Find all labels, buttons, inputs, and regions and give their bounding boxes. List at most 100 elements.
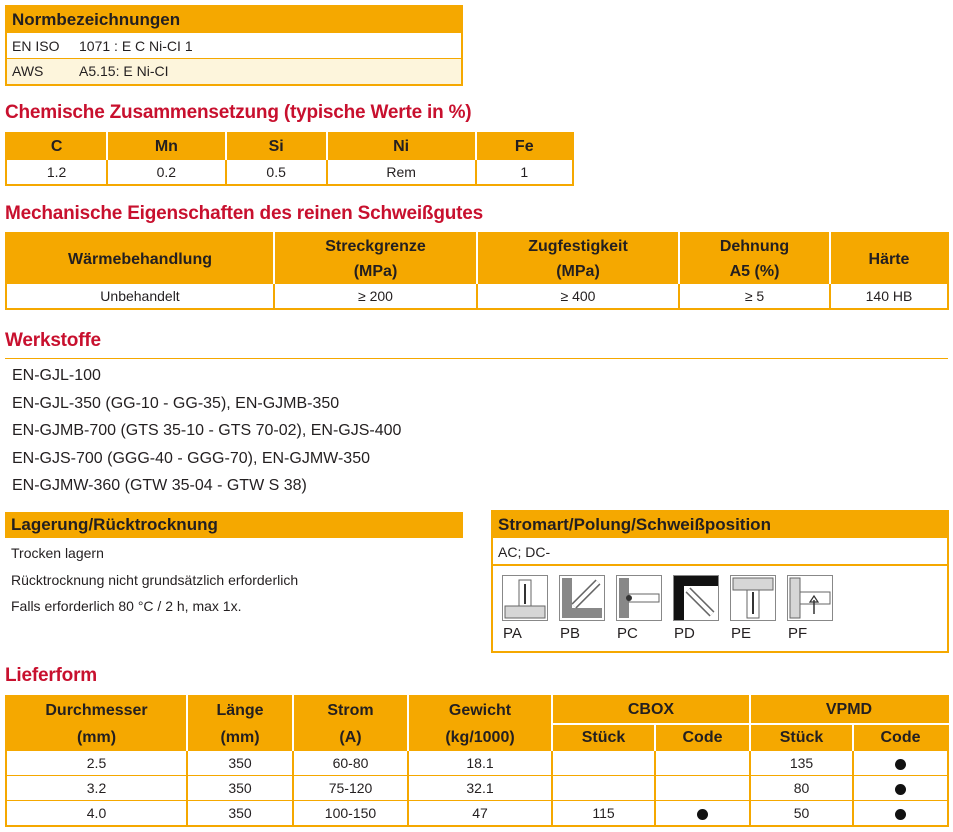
lager-item: Trocken lagern (11, 545, 104, 561)
weld-position-pc-icon (616, 575, 662, 621)
liefer-cell (655, 775, 751, 801)
norm-section: Normbezeichnungen EN ISO 1071 : E C Ni-C… (5, 5, 463, 86)
chem-table: C Mn Si Ni Fe 1.2 0.2 0.5 Rem 1 (5, 132, 574, 186)
liefer-cell: 3.2 (6, 775, 188, 801)
lager-header: Lagerung/Rücktrocknung (5, 512, 463, 538)
norm-row: AWS A5.15: E Ni-CI (7, 59, 461, 84)
liefer-cell: 100-150 (293, 800, 409, 826)
mech-header: Streckgrenze (MPa) (274, 233, 478, 284)
mech-value: Unbehandelt (6, 284, 275, 309)
chem-title: Chemische Zusammensetzung (typische Wert… (5, 102, 472, 123)
lager-item: Falls erforderlich 80 °C / 2 h, max 1x. (11, 598, 242, 614)
liefer-cell (655, 800, 751, 826)
norm-title: Normbezeichnungen (12, 10, 181, 29)
strom-value-row: AC; DC- (493, 538, 947, 566)
liefer-header-unit: (A) (293, 724, 409, 751)
liefer-header-stueck: Stück (552, 724, 656, 751)
strom-header: Stromart/Polung/Schweißposition (493, 512, 947, 538)
available-dot-icon (895, 758, 906, 770)
liefer-cell (853, 800, 948, 826)
chem-value: 1 (475, 160, 573, 185)
liefer-header-unit: (mm) (6, 724, 188, 751)
liefer-cell: 2.5 (6, 751, 188, 776)
chem-header: Si (225, 133, 328, 160)
weld-position-label: PB (560, 625, 581, 642)
mech-header: Wärmebehandlung (6, 233, 275, 284)
mech-header: Dehnung A5 (%) (679, 233, 831, 284)
liefer-cell: 50 (750, 800, 854, 826)
liefer-table: Durchmesser Länge Strom Gewicht CBOX VPM… (5, 695, 949, 827)
weld-position-label: PF (788, 625, 808, 642)
norm-row: EN ISO 1071 : E C Ni-CI 1 (7, 33, 461, 59)
liefer-header: Durchmesser (6, 696, 188, 724)
weld-position-pd-icon (673, 575, 719, 621)
mech-value: ≥ 200 (274, 284, 478, 309)
liefer-header: Länge (187, 696, 294, 724)
liefer-header: Gewicht (408, 696, 553, 724)
liefer-title: Lieferform (5, 665, 97, 686)
norm-value: A5.15: E Ni-CI (79, 63, 169, 79)
liefer-header-cbox: CBOX (552, 696, 751, 725)
mech-title: Mechanische Eigenschaften des reinen Sch… (5, 203, 484, 224)
liefer-cell: 350 (187, 775, 294, 801)
strom-value: AC; DC- (498, 544, 551, 560)
liefer-cell: 32.1 (408, 775, 553, 801)
liefer-cell: 75-120 (293, 775, 409, 801)
weld-position-label: PA (503, 625, 522, 642)
chem-header-row: C Mn Si Ni Fe (6, 133, 573, 160)
liefer-cell: 135 (750, 751, 854, 776)
chem-value: 0.2 (107, 160, 227, 185)
liefer-cell: 47 (408, 800, 553, 826)
weld-position-label: PD (674, 625, 695, 642)
liefer-cell: 4.0 (6, 800, 188, 826)
chem-value: 1.2 (6, 160, 109, 185)
norm-std: EN ISO (12, 38, 60, 54)
norm-header: Normbezeichnungen (7, 7, 461, 33)
mech-header-row: Wärmebehandlung Streckgrenze (MPa) Zugfes… (6, 233, 948, 284)
norm-std: AWS (12, 63, 44, 79)
liefer-cell: 350 (187, 800, 294, 826)
weld-position-label: PE (731, 625, 752, 642)
werk-item: EN-GJMB-700 (GTS 35-10 - GTS 70-02), EN-… (12, 422, 402, 439)
werk-item: EN-GJMW-360 (GTW 35-04 - GTW S 38) (12, 477, 307, 494)
liefer-header-code: Code (655, 724, 751, 751)
chem-value: 0.5 (225, 160, 328, 185)
liefer-header-vpmd: VPMD (750, 696, 948, 725)
liefer-subheader-row: (mm) (mm) (A) (kg/1000) Stück Code Stück… (6, 724, 948, 751)
weld-position-pf-icon (787, 575, 833, 621)
weld-position-pa-icon (502, 575, 548, 621)
strom-title: Stromart/Polung/Schweißposition (498, 515, 771, 534)
mech-value: ≥ 5 (679, 284, 831, 309)
chem-header: C (6, 133, 109, 160)
werk-item: EN-GJL-350 (GG-10 - GG-35), EN-GJMB-350 (12, 394, 340, 412)
liefer-cell (853, 775, 948, 801)
mech-value: ≥ 400 (477, 284, 680, 309)
liefer-cell (853, 751, 948, 776)
liefer-cell (552, 751, 656, 776)
liefer-cell (552, 775, 656, 801)
table-row: 4.0 350 100-150 47 115 50 (6, 800, 948, 826)
liefer-cell (655, 751, 751, 776)
mech-table: Wärmebehandlung Streckgrenze (MPa) Zugfes… (5, 232, 949, 310)
liefer-header-unit: (mm) (187, 724, 294, 751)
mech-header: Zugfestigkeit (MPa) (477, 233, 680, 284)
table-row: 3.2 350 75-120 32.1 80 (6, 775, 948, 801)
werk-title: Werkstoffe (5, 330, 101, 351)
mech-header: Härte (830, 233, 948, 284)
lager-list: Trocken lagern Rücktrocknung nicht grund… (11, 540, 298, 620)
liefer-cell: 350 (187, 751, 294, 776)
liefer-header-row: Durchmesser Länge Strom Gewicht CBOX VPM… (6, 696, 948, 725)
mech-value-row: Unbehandelt ≥ 200 ≥ 400 ≥ 5 140 HB (6, 284, 948, 309)
liefer-cell: 60-80 (293, 751, 409, 776)
chem-header: Mn (107, 133, 227, 160)
available-dot-icon (895, 808, 906, 820)
weld-position-pb-icon (559, 575, 605, 621)
weld-position-label: PC (617, 625, 638, 642)
liefer-header-stueck: Stück (750, 724, 854, 751)
werk-rule (5, 358, 948, 359)
liefer-header-code: Code (853, 724, 948, 751)
werk-list: EN-GJL-100 EN-GJL-350 (GG-10 - GG-35), E… (12, 362, 401, 500)
lager-item: Rücktrocknung nicht grundsätzlich erford… (11, 571, 299, 588)
norm-value: 1071 : E C Ni-CI 1 (79, 38, 193, 54)
liefer-cell: 80 (750, 775, 854, 801)
